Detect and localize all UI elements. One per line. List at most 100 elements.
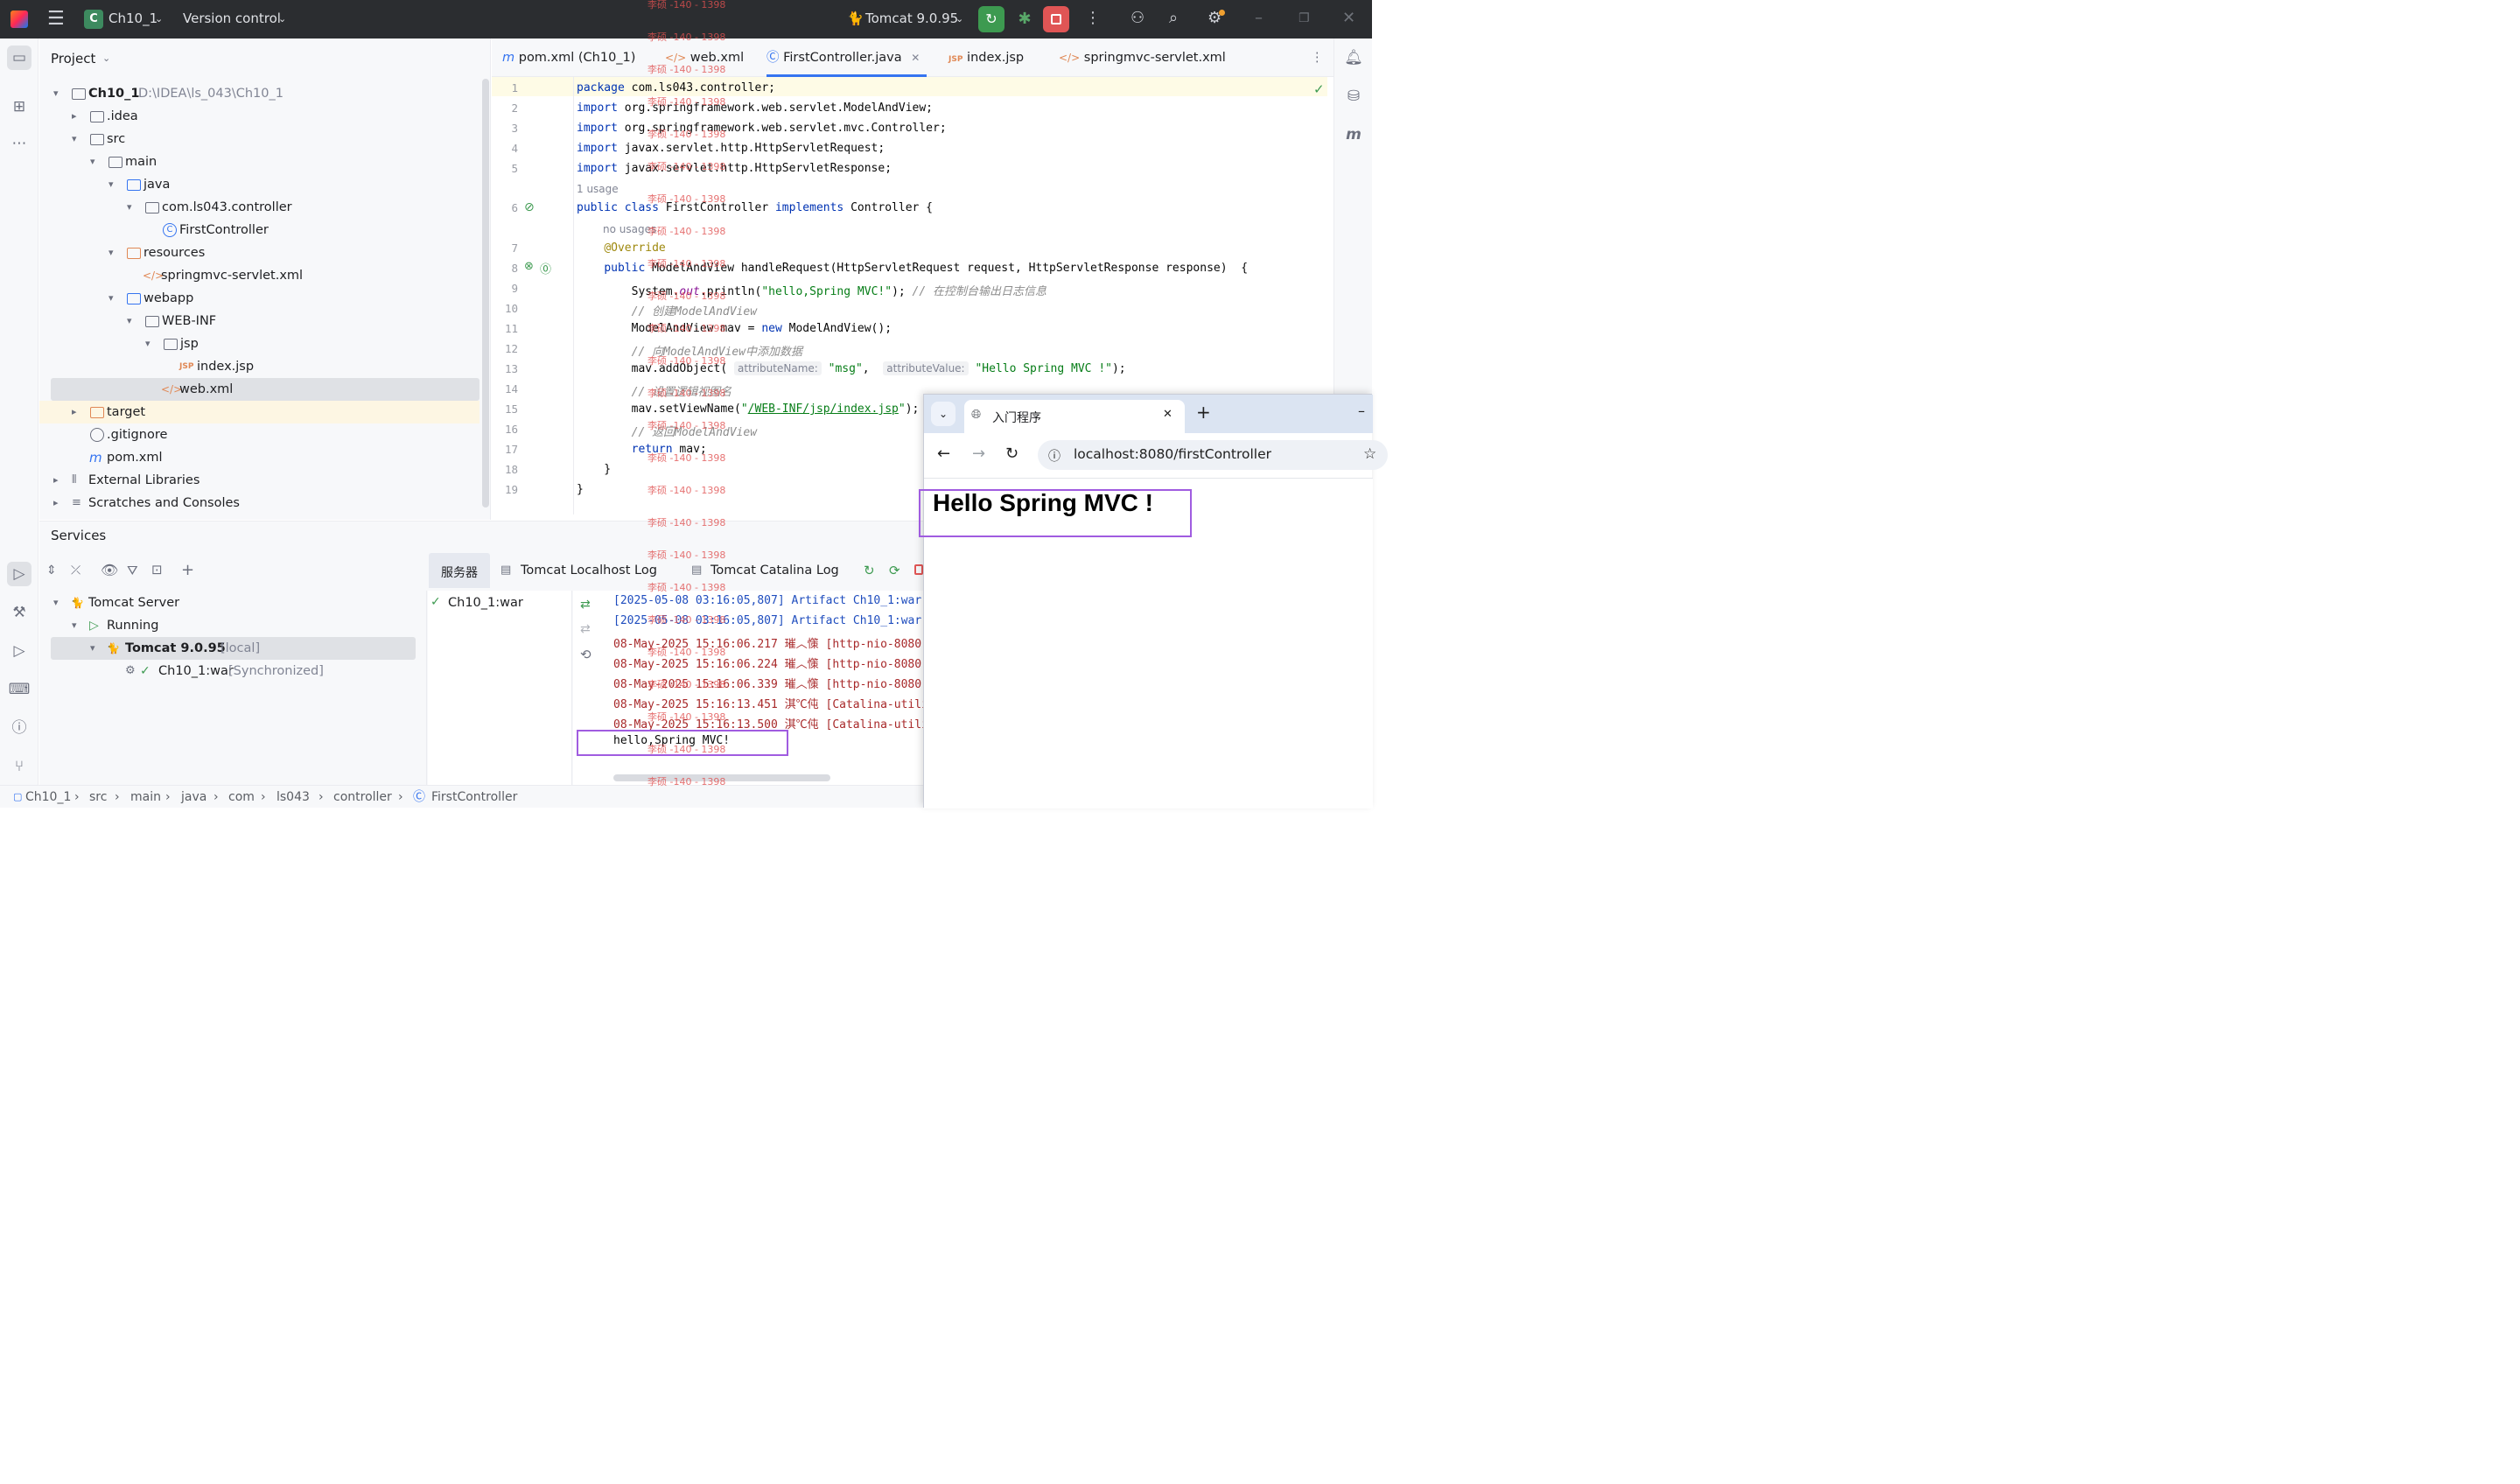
tree-item-jsp[interactable]: ▾ jsp [39, 332, 480, 355]
console-tab-catalina-log[interactable]: Tomcat Catalina Log [710, 564, 839, 578]
tree-item-scratches[interactable]: ▸ ≡ Scratches and Consoles [39, 492, 480, 514]
address-bar[interactable]: ⓘ localhost:8080/firstController ☆ [1038, 440, 1388, 470]
chevron-down-icon[interactable]: ⌄ [278, 13, 286, 24]
tree-item-tomcat-instance[interactable]: ▾ 🐈 Tomcat 9.0.95 [local] [51, 637, 416, 660]
tree-item-springmvc-servlet[interactable]: </> springmvc-servlet.xml [39, 264, 480, 287]
server-console[interactable]: ⇄ ⇄ ⟲ [2025-05-08 03:16:05,807] Artifact… [573, 591, 928, 785]
vcs-menu[interactable]: Version control [183, 10, 281, 26]
tree-item-main[interactable]: ▾ main [39, 150, 480, 173]
reload-icon[interactable]: ↻ [1005, 444, 1018, 463]
collapsed-arrow-icon[interactable]: ▸ [53, 469, 66, 492]
project-badge[interactable]: C [84, 10, 103, 29]
tree-item-web-xml[interactable]: </> web.xml [51, 378, 480, 401]
tree-item-package[interactable]: ▾ com.ls043.controller [39, 196, 480, 219]
new-group-icon[interactable]: ⊡ [151, 562, 163, 578]
tree-item-firstcontroller[interactable]: C FirstController [39, 219, 480, 242]
project-panel-title[interactable]: Project [51, 51, 95, 66]
maven-icon[interactable]: m [1341, 122, 1366, 147]
site-info-icon[interactable]: ⓘ [1048, 447, 1060, 465]
tree-item-target[interactable]: ▸ target [39, 401, 480, 424]
expand-arrow-icon[interactable]: ▾ [72, 128, 84, 150]
refresh-icon[interactable]: ⟲ [580, 647, 592, 662]
minimize-icon[interactable]: – [1255, 9, 1263, 27]
expand-arrow-icon[interactable]: ▾ [72, 614, 84, 637]
no-usages-inlay[interactable]: no usages [603, 223, 656, 235]
deployment-item[interactable]: Ch10_1:war [448, 596, 523, 610]
collapsed-arrow-icon[interactable]: ▸ [72, 401, 84, 424]
chevron-down-icon[interactable]: ⌄ [956, 13, 963, 24]
minimize-icon[interactable]: – [1358, 402, 1365, 419]
close-window-icon[interactable]: ✕ [1342, 9, 1355, 27]
tab-web-xml[interactable]: </> web.xml [665, 38, 744, 77]
expand-arrow-icon[interactable]: ▾ [108, 287, 121, 310]
tree-item-idea[interactable]: ▸ .idea [39, 105, 480, 128]
build-hammer-icon[interactable]: ⚒ [7, 600, 32, 625]
tab-pom-xml[interactable]: m pom.xml (Ch10_1) [502, 38, 635, 77]
breadcrumb-com[interactable]: com [228, 786, 255, 808]
run-config-selector[interactable]: Tomcat 9.0.95 [865, 10, 958, 26]
tab-search-button[interactable]: ⌄ [931, 402, 956, 426]
usage-inlay[interactable]: 1 usage [577, 183, 619, 195]
expand-all-icon[interactable]: ⇕ [46, 564, 57, 578]
database-icon[interactable]: ⛁ [1341, 84, 1366, 108]
undeploy-icon[interactable]: ⇄ [580, 622, 591, 636]
stop-button[interactable] [1043, 6, 1069, 32]
expand-arrow-icon[interactable]: ▾ [145, 332, 158, 355]
main-menu-icon[interactable]: ☰ [47, 8, 65, 30]
forward-arrow-icon[interactable]: → [972, 444, 985, 463]
tree-item-war-artifact[interactable]: ⚙ ✓ Ch10_1:war [Synchronized] [39, 660, 426, 682]
tree-item-gitignore[interactable]: .gitignore [39, 424, 480, 446]
tree-item-pom-xml[interactable]: m pom.xml [39, 446, 480, 469]
tab-index-jsp[interactable]: JSP index.jsp [948, 38, 1024, 77]
expand-arrow-icon[interactable]: ▾ [90, 637, 102, 660]
close-tab-icon[interactable]: ✕ [911, 52, 920, 64]
rerun-button[interactable]: ↻ [978, 6, 1004, 32]
tab-options-icon[interactable]: ⋮ [1311, 38, 1324, 77]
expand-arrow-icon[interactable]: ▾ [108, 242, 121, 264]
debug-icon[interactable]: ✱ [1012, 6, 1038, 32]
override-gutter-icon[interactable]: ⓪ [540, 260, 551, 276]
tree-item-tomcat-server[interactable]: ▾ 🐈 Tomcat Server [39, 592, 426, 614]
collapsed-arrow-icon[interactable]: ▸ [53, 492, 66, 514]
breadcrumb-controller[interactable]: controller [333, 786, 392, 808]
stop-service-icon[interactable] [914, 564, 923, 575]
project-folder-icon[interactable]: ▭ [7, 46, 32, 70]
chevron-down-icon[interactable]: ⌄ [102, 52, 110, 64]
collapse-all-icon[interactable]: ⤫ [71, 564, 80, 578]
breadcrumb-firstcontroller[interactable]: FirstController [431, 786, 517, 808]
breadcrumb-ls043[interactable]: ls043 [276, 786, 310, 808]
back-arrow-icon[interactable]: ← [937, 444, 950, 463]
chevron-down-icon[interactable]: ⌄ [155, 13, 163, 24]
tree-item-running[interactable]: ▾ ▷ Running [39, 614, 426, 637]
close-tab-icon[interactable]: ✕ [1163, 408, 1172, 421]
git-branch-icon[interactable]: ⑂ [7, 754, 32, 779]
collapsed-arrow-icon[interactable]: ▸ [72, 105, 84, 128]
breadcrumb-ch10-1[interactable]: Ch10_1 [25, 786, 71, 808]
structure-icon[interactable]: ⊞ [7, 94, 32, 119]
breadcrumb-java[interactable]: java [181, 786, 206, 808]
tab-firstcontroller-java[interactable]: Ⓒ FirstController.java ✕ [766, 38, 928, 77]
more-tools-icon[interactable]: ⋯ [7, 131, 32, 156]
breadcrumb-main[interactable]: main [130, 786, 161, 808]
run-icon[interactable]: ▷ [7, 639, 32, 663]
console-hscrollbar[interactable] [613, 774, 830, 781]
tree-item-java[interactable]: ▾ java [39, 173, 480, 196]
search-icon[interactable]: ⌕ [1169, 9, 1178, 27]
bean-gutter-icon[interactable]: ⊗ [524, 260, 534, 273]
restore-icon[interactable]: ❐ [1298, 11, 1310, 25]
breadcrumb-src[interactable]: src [89, 786, 107, 808]
tree-item-index-jsp[interactable]: JSP index.jsp [39, 355, 480, 378]
tree-item-web-inf[interactable]: ▾ WEB-INF [39, 310, 480, 332]
no-problems-check-icon[interactable]: ✓ [1313, 81, 1325, 97]
console-tab-localhost-log[interactable]: Tomcat Localhost Log [521, 564, 657, 578]
tree-item-resources[interactable]: ▾ resources [39, 242, 480, 264]
terminal-icon[interactable]: ⌨ [7, 677, 32, 702]
filter-icon[interactable]: ⛛ [127, 563, 138, 578]
bookmark-star-icon[interactable]: ☆ [1363, 445, 1376, 463]
expand-arrow-icon[interactable]: ▾ [108, 173, 121, 196]
view-options-icon[interactable]: 👁︎ [101, 562, 118, 578]
tree-item-src[interactable]: ▾ src [39, 128, 480, 150]
expand-arrow-icon[interactable]: ▾ [127, 310, 139, 332]
redeploy-icon[interactable]: ⟳ [889, 563, 900, 578]
bean-gutter-icon[interactable]: ⊘ [524, 200, 535, 214]
